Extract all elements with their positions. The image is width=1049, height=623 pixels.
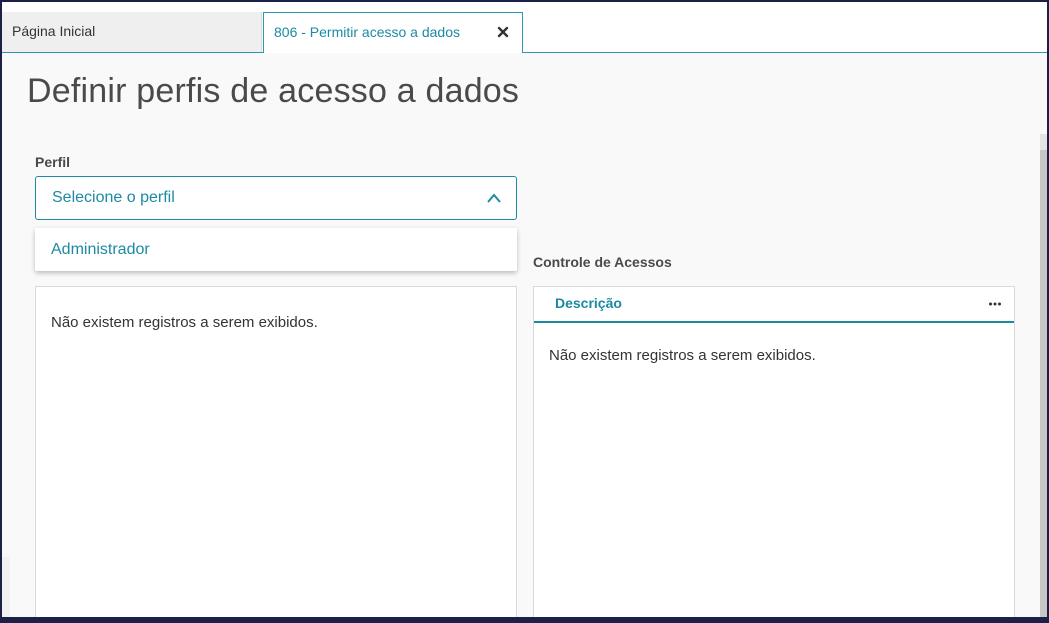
side-edge: [2, 557, 10, 617]
empty-message: Não existem registros a serem exibidos.: [549, 347, 816, 364]
app-window: Página Inicial 806 - Permitir acesso a d…: [2, 2, 1047, 617]
page-title: Definir perfis de acesso a dados: [27, 72, 520, 110]
tab-permitir-acesso[interactable]: 806 - Permitir acesso a dados: [263, 12, 523, 53]
tab-bar: Página Inicial 806 - Permitir acesso a d…: [2, 2, 1047, 53]
profile-select-value: Selecione o perfil: [52, 189, 175, 206]
page-scrollbar[interactable]: [1040, 134, 1047, 617]
more-icon[interactable]: [988, 295, 1002, 311]
column-descricao[interactable]: Descrição: [555, 287, 622, 319]
tab-label: 806 - Permitir acesso a dados: [274, 24, 460, 40]
close-icon[interactable]: [496, 25, 510, 39]
profile-list-panel: Não existem registros a serem exibidos.: [35, 286, 517, 617]
access-control-title: Controle de Acessos: [533, 254, 672, 270]
profile-select[interactable]: Selecione o perfil: [35, 176, 517, 220]
grid-header: Descrição: [534, 287, 1014, 323]
scrollbar-thumb[interactable]: [1040, 150, 1047, 617]
profile-label: Perfil: [35, 154, 71, 170]
chevron-up-icon[interactable]: [486, 191, 502, 205]
access-control-grid: Descrição Não existem registros a serem …: [533, 286, 1015, 617]
profile-option-administrador[interactable]: Administrador: [51, 228, 150, 272]
empty-message: Não existem registros a serem exibidos.: [51, 314, 318, 331]
profile-dropdown: Administrador: [35, 228, 517, 271]
tab-home[interactable]: Página Inicial: [2, 12, 262, 52]
